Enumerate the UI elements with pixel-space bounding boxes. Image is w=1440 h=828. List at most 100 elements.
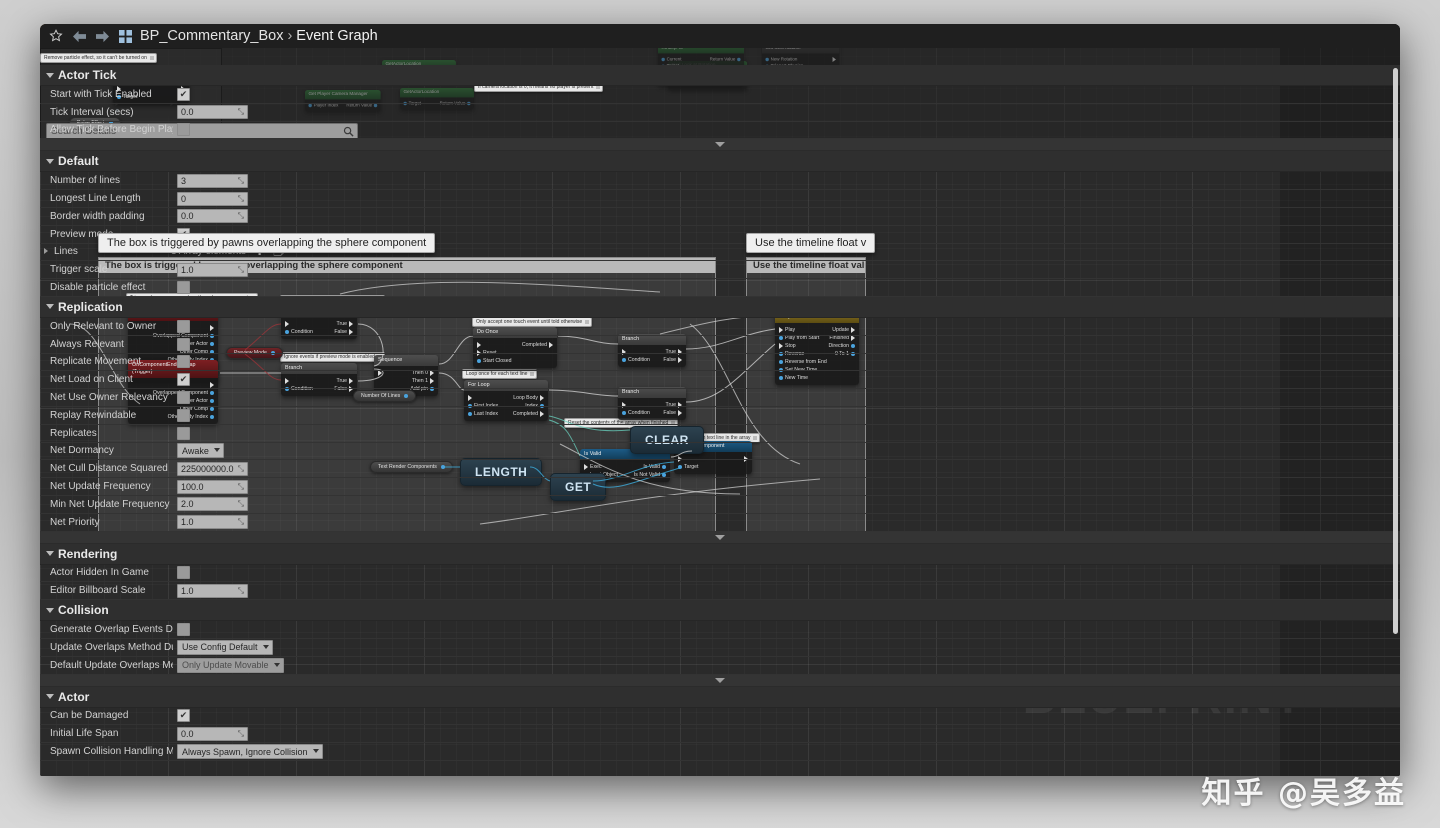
details-select[interactable]: Only Update Movable [177,657,284,673]
details-checkbox[interactable] [177,281,190,295]
details-row-label-text: Lines [54,246,78,258]
details-number-input[interactable]: 0.0 ⤡ [177,105,248,120]
details-number-input[interactable]: 1.0 ⤡ [177,262,248,277]
details-row: Min Net Update Frequency 2.0 ⤡ [40,496,1400,514]
details-checkbox[interactable] [177,391,190,405]
details-section-replication[interactable]: Replication [40,296,1400,318]
details-row-label-text: Replicate Movement [50,356,142,368]
disclosure-triangle-icon[interactable] [46,607,54,613]
details-row-label-text: Net Cull Distance Squared [50,463,168,475]
details-section-expander[interactable] [40,531,1400,544]
disclosure-triangle-icon[interactable] [46,694,54,700]
details-content[interactable]: Actor Tick Start with Tick Enabled ✔ Tick I… [40,65,1400,776]
details-number-value: 0 [181,193,187,204]
details-row-value: 0 ⤡ [173,191,1400,206]
details-row-label: Actor Hidden In Game [40,567,173,578]
resize-arrows-icon[interactable]: ⤡ [238,586,244,596]
details-select[interactable]: Always Spawn, Ignore Collision [177,744,323,759]
details-row: Generate Overlap Events Durin [40,621,1400,639]
details-row-value: 0.0 ⤡ [173,209,1400,224]
details-row-value: 0.0 ⤡ [173,105,1400,120]
details-row-label: Initial Life Span [40,728,173,739]
details-section-collision[interactable]: Collision [40,600,1400,622]
details-checkbox[interactable] [177,426,190,440]
details-number-input[interactable]: 0.0 ⤡ [177,209,248,224]
details-section-actor[interactable]: Actor [40,686,1400,708]
details-row-label: Replicates [40,428,173,439]
details-checkbox[interactable]: ✔ [177,87,190,101]
details-checkbox[interactable] [177,337,190,351]
details-row-value [173,391,1400,405]
details-row: Editor Billboard Scale 1.0 ⤡ [40,582,1400,601]
resize-arrows-icon[interactable]: ⤡ [238,107,244,117]
details-section-expander[interactable] [40,674,1400,687]
details-checkbox[interactable] [177,123,190,137]
details-row-label-text: Only Relevant to Owner [50,320,157,332]
details-row-label-text: Min Net Update Frequency [50,498,170,510]
disclosure-triangle-icon[interactable] [46,158,54,164]
details-row-label: Default Update Overlaps Meth [40,660,173,671]
resize-arrows-icon[interactable]: ⤡ [238,499,244,509]
details-number-input[interactable]: 1.0 ⤡ [177,583,248,598]
details-section-expander[interactable] [40,139,1400,152]
details-number-input[interactable]: 0 ⤡ [177,191,248,206]
resize-arrows-icon[interactable]: ⤡ [238,194,244,204]
details-row-value: Only Update Movable [173,657,1400,673]
details-row: Start with Tick Enabled ✔ [40,86,1400,104]
details-section-title: Collision [58,603,109,618]
details-row-label-text: Allow Tick Before Begin Play [50,124,173,136]
details-number-input[interactable]: 225000000.0 ⤡ [177,461,248,476]
details-row-value [173,123,1400,137]
details-number-value: 3 [181,175,187,186]
disclosure-triangle-icon[interactable] [44,248,51,255]
details-section-title: Default [58,154,99,169]
resize-arrows-icon[interactable]: ⤡ [238,482,244,492]
details-row-label-text: Spawn Collision Handling Met [50,746,173,757]
details-select[interactable]: Awake [177,443,224,459]
details-checkbox[interactable] [177,355,190,369]
details-section-default[interactable]: Default [40,151,1400,173]
details-scrollbar[interactable] [1393,68,1398,634]
details-row-label: Generate Overlap Events Durin [40,624,173,635]
disclosure-triangle-icon[interactable] [46,551,54,557]
details-number-value: 1.0 [181,585,194,596]
details-number-input[interactable]: 100.0 ⤡ [177,479,248,494]
details-checkbox[interactable] [177,566,190,580]
details-section-actor-tick[interactable]: Actor Tick [40,65,1400,86]
resize-arrows-icon[interactable]: ⤡ [238,176,244,186]
disclosure-triangle-icon[interactable] [46,72,54,78]
resize-arrows-icon[interactable]: ⤡ [238,729,244,739]
details-number-input[interactable]: 2.0 ⤡ [177,497,248,512]
details-row: Disable particle effect [40,279,1400,297]
details-row-label: Net Cull Distance Squared [40,463,173,474]
details-select[interactable]: Use Config Default [177,639,273,655]
details-row-value [173,319,1400,333]
details-row-label-text: Net Update Frequency [50,481,151,493]
resize-arrows-icon[interactable]: ⤡ [238,517,244,527]
details-row-label-text: Number of lines [50,175,121,187]
details-number-value: 1.0 [181,517,194,528]
details-checkbox[interactable] [177,319,190,333]
resize-arrows-icon[interactable]: ⤡ [238,265,244,275]
details-row: Always Relevant [40,336,1400,354]
details-number-input[interactable]: 3 ⤡ [177,173,248,188]
details-row: Net Cull Distance Squared 225000000.0 ⤡ [40,460,1400,479]
details-checkbox[interactable]: ✔ [177,373,190,387]
details-number-input[interactable]: 1.0 ⤡ [177,515,248,530]
details-section-rendering[interactable]: Rendering [40,543,1400,565]
details-row-label: Replicate Movement [40,356,173,367]
details-row-value: 1.0 ⤡ [173,583,1400,598]
resize-arrows-icon[interactable]: ⤡ [238,211,244,221]
details-number-input[interactable]: 0.0 ⤡ [177,726,248,741]
details-row-label-text: Initial Life Span [50,728,119,740]
details-checkbox[interactable] [177,623,190,637]
details-row-label: Editor Billboard Scale [40,585,173,596]
details-row-value [173,623,1400,637]
details-row-label-text: Net Load on Client [50,374,133,386]
details-checkbox[interactable]: ✔ [177,709,190,723]
details-row: Default Update Overlaps Meth Only Update … [40,657,1400,675]
details-row-value [173,337,1400,351]
resize-arrows-icon[interactable]: ⤡ [238,464,244,474]
details-checkbox[interactable] [177,408,190,422]
disclosure-triangle-icon[interactable] [46,304,54,310]
